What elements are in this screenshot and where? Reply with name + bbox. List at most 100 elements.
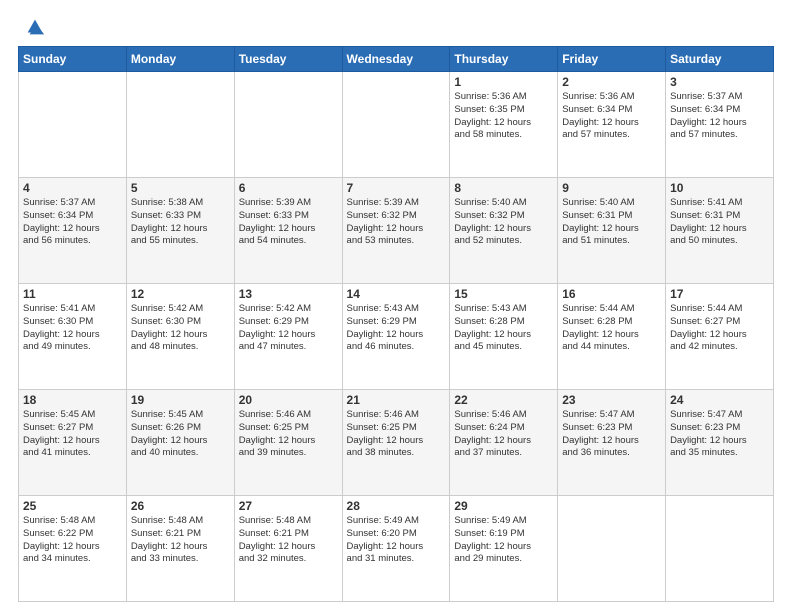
day-info: Sunrise: 5:45 AMSunset: 6:27 PMDaylight:… — [23, 409, 122, 460]
day-number: 14 — [347, 287, 446, 301]
calendar-cell — [19, 72, 127, 178]
calendar-cell: 9 Sunrise: 5:40 AMSunset: 6:31 PMDaylight… — [558, 178, 666, 284]
day-info: Sunrise: 5:47 AMSunset: 6:23 PMDaylight:… — [562, 409, 661, 460]
day-info: Sunrise: 5:48 AMSunset: 6:21 PMDaylight:… — [239, 515, 338, 566]
day-number: 12 — [131, 287, 230, 301]
day-info: Sunrise: 5:39 AMSunset: 6:33 PMDaylight:… — [239, 197, 338, 248]
day-info: Sunrise: 5:48 AMSunset: 6:21 PMDaylight:… — [131, 515, 230, 566]
day-info: Sunrise: 5:43 AMSunset: 6:28 PMDaylight:… — [454, 303, 553, 354]
header — [18, 16, 774, 38]
calendar-cell: 23 Sunrise: 5:47 AMSunset: 6:23 PMDayligh… — [558, 390, 666, 496]
day-number: 9 — [562, 181, 661, 195]
logo-icon — [24, 16, 46, 38]
day-info: Sunrise: 5:38 AMSunset: 6:33 PMDaylight:… — [131, 197, 230, 248]
weekday-header-wednesday: Wednesday — [342, 47, 450, 72]
day-info: Sunrise: 5:44 AMSunset: 6:28 PMDaylight:… — [562, 303, 661, 354]
calendar-cell: 15 Sunrise: 5:43 AMSunset: 6:28 PMDayligh… — [450, 284, 558, 390]
day-info: Sunrise: 5:41 AMSunset: 6:30 PMDaylight:… — [23, 303, 122, 354]
day-number: 18 — [23, 393, 122, 407]
week-row-1: 1 Sunrise: 5:36 AMSunset: 6:35 PMDaylight… — [19, 72, 774, 178]
week-row-5: 25Sunrise: 5:48 AMSunset: 6:22 PMDayligh… — [19, 496, 774, 602]
calendar-cell: 21Sunrise: 5:46 AMSunset: 6:25 PMDayligh… — [342, 390, 450, 496]
calendar-cell: 7 Sunrise: 5:39 AMSunset: 6:32 PMDaylight… — [342, 178, 450, 284]
week-row-4: 18 Sunrise: 5:45 AMSunset: 6:27 PMDayligh… — [19, 390, 774, 496]
calendar-cell: 22 Sunrise: 5:46 AMSunset: 6:24 PMDayligh… — [450, 390, 558, 496]
calendar-cell: 16 Sunrise: 5:44 AMSunset: 6:28 PMDayligh… — [558, 284, 666, 390]
calendar-cell — [126, 72, 234, 178]
weekday-header-saturday: Saturday — [666, 47, 774, 72]
calendar-cell: 8Sunrise: 5:40 AMSunset: 6:32 PMDaylight… — [450, 178, 558, 284]
day-number: 27 — [239, 499, 338, 513]
day-info: Sunrise: 5:48 AMSunset: 6:22 PMDaylight:… — [23, 515, 122, 566]
calendar-cell: 19 Sunrise: 5:45 AMSunset: 6:26 PMDayligh… — [126, 390, 234, 496]
week-row-2: 4Sunrise: 5:37 AMSunset: 6:34 PMDaylight… — [19, 178, 774, 284]
day-info: Sunrise: 5:36 AMSunset: 6:35 PMDaylight:… — [454, 91, 553, 142]
calendar-cell: 4Sunrise: 5:37 AMSunset: 6:34 PMDaylight… — [19, 178, 127, 284]
weekday-header-sunday: Sunday — [19, 47, 127, 72]
calendar-cell: 29 Sunrise: 5:49 AMSunset: 6:19 PMDayligh… — [450, 496, 558, 602]
weekday-header-tuesday: Tuesday — [234, 47, 342, 72]
calendar-cell — [558, 496, 666, 602]
day-info: Sunrise: 5:36 AMSunset: 6:34 PMDaylight:… — [562, 91, 661, 142]
calendar-cell: 18 Sunrise: 5:45 AMSunset: 6:27 PMDayligh… — [19, 390, 127, 496]
day-number: 29 — [454, 499, 553, 513]
weekday-header-monday: Monday — [126, 47, 234, 72]
calendar-cell: 24 Sunrise: 5:47 AMSunset: 6:23 PMDayligh… — [666, 390, 774, 496]
day-number: 19 — [131, 393, 230, 407]
day-number: 17 — [670, 287, 769, 301]
day-number: 16 — [562, 287, 661, 301]
weekday-header-friday: Friday — [558, 47, 666, 72]
calendar-cell: 10Sunrise: 5:41 AMSunset: 6:31 PMDayligh… — [666, 178, 774, 284]
calendar-cell: 1 Sunrise: 5:36 AMSunset: 6:35 PMDaylight… — [450, 72, 558, 178]
day-info: Sunrise: 5:46 AMSunset: 6:25 PMDaylight:… — [239, 409, 338, 460]
day-info: Sunrise: 5:42 AMSunset: 6:30 PMDaylight:… — [131, 303, 230, 354]
day-number: 11 — [23, 287, 122, 301]
week-row-3: 11 Sunrise: 5:41 AMSunset: 6:30 PMDayligh… — [19, 284, 774, 390]
day-number: 10 — [670, 181, 769, 195]
day-number: 5 — [131, 181, 230, 195]
calendar-cell: 12 Sunrise: 5:42 AMSunset: 6:30 PMDayligh… — [126, 284, 234, 390]
day-number: 1 — [454, 75, 553, 89]
calendar-cell: 27 Sunrise: 5:48 AMSunset: 6:21 PMDayligh… — [234, 496, 342, 602]
calendar-cell: 3 Sunrise: 5:37 AMSunset: 6:34 PMDaylight… — [666, 72, 774, 178]
day-number: 23 — [562, 393, 661, 407]
day-number: 3 — [670, 75, 769, 89]
day-info: Sunrise: 5:46 AMSunset: 6:24 PMDaylight:… — [454, 409, 553, 460]
day-info: Sunrise: 5:47 AMSunset: 6:23 PMDaylight:… — [670, 409, 769, 460]
calendar-cell: 25Sunrise: 5:48 AMSunset: 6:22 PMDayligh… — [19, 496, 127, 602]
day-info: Sunrise: 5:43 AMSunset: 6:29 PMDaylight:… — [347, 303, 446, 354]
day-info: Sunrise: 5:42 AMSunset: 6:29 PMDaylight:… — [239, 303, 338, 354]
day-number: 15 — [454, 287, 553, 301]
day-info: Sunrise: 5:45 AMSunset: 6:26 PMDaylight:… — [131, 409, 230, 460]
calendar-cell: 6 Sunrise: 5:39 AMSunset: 6:33 PMDaylight… — [234, 178, 342, 284]
calendar-cell: 11 Sunrise: 5:41 AMSunset: 6:30 PMDayligh… — [19, 284, 127, 390]
calendar-cell — [342, 72, 450, 178]
day-number: 8 — [454, 181, 553, 195]
calendar-table: SundayMondayTuesdayWednesdayThursdayFrid… — [18, 46, 774, 602]
day-info: Sunrise: 5:44 AMSunset: 6:27 PMDaylight:… — [670, 303, 769, 354]
day-number: 2 — [562, 75, 661, 89]
day-info: Sunrise: 5:39 AMSunset: 6:32 PMDaylight:… — [347, 197, 446, 248]
day-info: Sunrise: 5:49 AMSunset: 6:20 PMDaylight:… — [347, 515, 446, 566]
calendar-cell: 28Sunrise: 5:49 AMSunset: 6:20 PMDayligh… — [342, 496, 450, 602]
day-info: Sunrise: 5:37 AMSunset: 6:34 PMDaylight:… — [670, 91, 769, 142]
day-number: 13 — [239, 287, 338, 301]
calendar-cell: 2 Sunrise: 5:36 AMSunset: 6:34 PMDaylight… — [558, 72, 666, 178]
calendar-cell: 20 Sunrise: 5:46 AMSunset: 6:25 PMDayligh… — [234, 390, 342, 496]
day-number: 6 — [239, 181, 338, 195]
page: SundayMondayTuesdayWednesdayThursdayFrid… — [0, 0, 792, 612]
calendar-cell: 5 Sunrise: 5:38 AMSunset: 6:33 PMDaylight… — [126, 178, 234, 284]
day-number: 26 — [131, 499, 230, 513]
day-number: 7 — [347, 181, 446, 195]
calendar-cell: 13 Sunrise: 5:42 AMSunset: 6:29 PMDayligh… — [234, 284, 342, 390]
calendar-cell — [234, 72, 342, 178]
day-number: 24 — [670, 393, 769, 407]
day-number: 20 — [239, 393, 338, 407]
day-number: 4 — [23, 181, 122, 195]
day-info: Sunrise: 5:49 AMSunset: 6:19 PMDaylight:… — [454, 515, 553, 566]
logo — [18, 16, 46, 38]
day-info: Sunrise: 5:40 AMSunset: 6:31 PMDaylight:… — [562, 197, 661, 248]
day-number: 21 — [347, 393, 446, 407]
weekday-header-row: SundayMondayTuesdayWednesdayThursdayFrid… — [19, 47, 774, 72]
day-number: 22 — [454, 393, 553, 407]
